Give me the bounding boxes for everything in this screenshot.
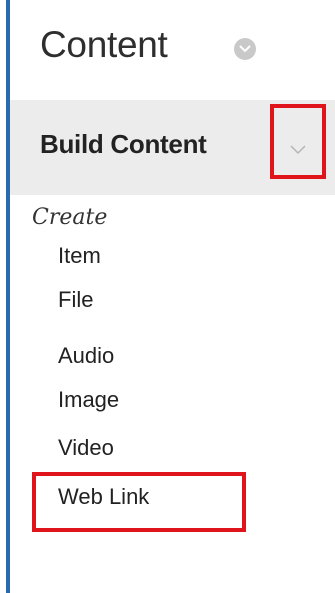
page-title: Content bbox=[40, 24, 168, 65]
title-options-chevron-icon[interactable] bbox=[234, 38, 256, 60]
content-panel: Content Build Content Create Item File A… bbox=[0, 0, 335, 593]
build-toggle-highlight bbox=[270, 104, 326, 179]
menu-item-file[interactable]: File bbox=[58, 287, 93, 313]
menu-item-image[interactable]: Image bbox=[58, 387, 119, 413]
menu-item-video[interactable]: Video bbox=[58, 435, 114, 461]
section-heading-create: Create bbox=[32, 205, 108, 230]
menu-item-audio[interactable]: Audio bbox=[58, 343, 114, 369]
web-link-highlight bbox=[32, 472, 246, 532]
build-content-menu: Create Item File Audio Image Video Web L… bbox=[10, 195, 335, 593]
menu-item-item[interactable]: Item bbox=[58, 243, 101, 269]
page-header: Content bbox=[10, 0, 335, 100]
build-content-button[interactable]: Build Content bbox=[40, 129, 207, 160]
